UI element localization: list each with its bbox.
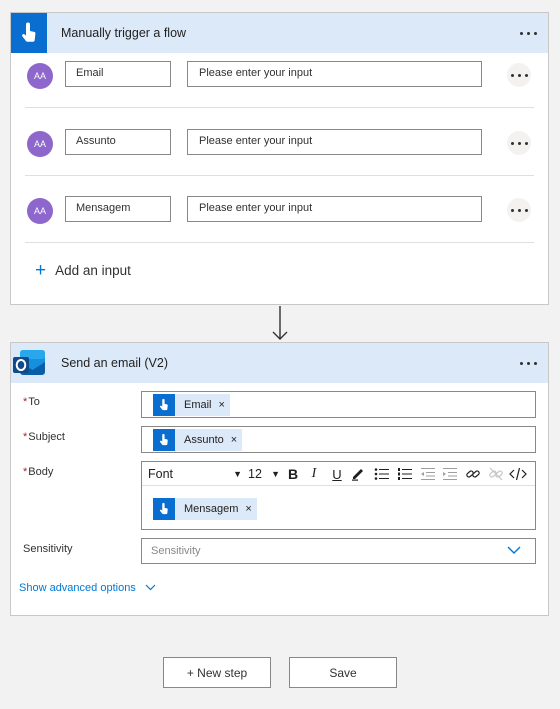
chevron-down-icon xyxy=(145,582,156,594)
decrease-indent-icon[interactable] xyxy=(419,465,437,483)
touch-hand-icon xyxy=(153,429,175,451)
input-name-field[interactable]: Mensagem xyxy=(65,196,171,222)
remove-token-icon[interactable]: × xyxy=(219,399,225,411)
add-input-label: Add an input xyxy=(55,263,131,278)
input-placeholder-field[interactable]: Please enter your input xyxy=(187,129,482,155)
rich-text-toolbar: Font ▼ 12 ▼ B I U xyxy=(142,462,535,486)
caret-down-icon: ▼ xyxy=(233,469,242,479)
trigger-card-header[interactable]: Manually trigger a flow xyxy=(11,13,548,53)
input-name-field[interactable]: Email xyxy=(65,61,171,87)
body-label: *Body xyxy=(23,466,54,478)
touch-hand-icon xyxy=(11,13,47,53)
body-editor[interactable]: Font ▼ 12 ▼ B I U Mensagem × xyxy=(141,461,536,530)
touch-hand-icon xyxy=(153,394,175,416)
subject-field[interactable]: Assunto × xyxy=(141,426,536,453)
divider xyxy=(25,107,534,108)
underline-icon[interactable]: U xyxy=(329,465,345,483)
save-button[interactable]: Save xyxy=(289,657,397,688)
add-input-button[interactable]: + Add an input xyxy=(35,261,131,280)
increase-indent-icon[interactable] xyxy=(441,465,459,483)
trigger-input-row-email: AA Email Please enter your input xyxy=(11,53,548,109)
sensitivity-label: Sensitivity xyxy=(23,543,73,555)
caret-down-icon: ▼ xyxy=(271,469,280,479)
outlook-icon xyxy=(11,343,47,383)
new-step-button[interactable]: + New step xyxy=(163,657,271,688)
token-label: Mensagem xyxy=(184,503,239,515)
subject-label: *Subject xyxy=(23,431,65,443)
italic-icon[interactable]: I xyxy=(307,465,321,483)
input-more-icon[interactable] xyxy=(507,131,531,155)
send-email-card-header[interactable]: Send an email (V2) xyxy=(11,343,548,383)
text-input-type-icon: AA xyxy=(27,198,53,224)
remove-token-icon[interactable]: × xyxy=(231,434,237,446)
trigger-title: Manually trigger a flow xyxy=(61,26,187,40)
remove-token-icon[interactable]: × xyxy=(245,503,251,515)
link-icon[interactable] xyxy=(464,465,482,483)
touch-hand-icon xyxy=(153,498,175,520)
divider xyxy=(25,175,534,176)
font-size-dropdown[interactable]: 12 ▼ xyxy=(248,465,280,483)
mensagem-token[interactable]: Mensagem × xyxy=(153,498,257,520)
show-advanced-options-link[interactable]: Show advanced options xyxy=(19,582,156,594)
trigger-input-row-mensagem: AA Mensagem Please enter your input xyxy=(11,188,548,244)
input-more-icon[interactable] xyxy=(507,63,531,87)
divider xyxy=(25,242,534,243)
text-input-type-icon: AA xyxy=(27,63,53,89)
numbered-list-icon[interactable] xyxy=(396,465,414,483)
token-label: Assunto xyxy=(184,434,224,446)
trigger-input-row-assunto: AA Assunto Please enter your input xyxy=(11,121,548,177)
send-email-title: Send an email (V2) xyxy=(61,356,169,370)
sensitivity-placeholder: Sensitivity xyxy=(151,545,201,557)
highlighter-icon[interactable] xyxy=(350,465,366,483)
token-label: Email xyxy=(184,399,212,411)
sensitivity-dropdown[interactable]: Sensitivity xyxy=(141,538,536,564)
text-input-type-icon: AA xyxy=(27,131,53,157)
trigger-more-icon[interactable] xyxy=(516,24,540,42)
to-field[interactable]: Email × xyxy=(141,391,536,418)
chevron-down-icon xyxy=(507,546,521,558)
bold-icon[interactable]: B xyxy=(285,465,301,483)
unlink-icon[interactable] xyxy=(487,465,505,483)
font-family-dropdown[interactable]: Font ▼ xyxy=(148,465,242,483)
input-placeholder-field[interactable]: Please enter your input xyxy=(187,196,482,222)
plus-icon: + xyxy=(35,260,47,281)
email-token[interactable]: Email × xyxy=(153,394,230,416)
input-name-field[interactable]: Assunto xyxy=(65,129,171,155)
action-more-icon[interactable] xyxy=(516,354,540,372)
trigger-card: Manually trigger a flow AA Email Please … xyxy=(10,12,549,305)
assunto-token[interactable]: Assunto × xyxy=(153,429,243,451)
bullet-list-icon[interactable] xyxy=(373,465,391,483)
input-more-icon[interactable] xyxy=(507,198,531,222)
down-arrow-icon xyxy=(271,306,289,345)
code-view-icon[interactable] xyxy=(508,465,528,483)
input-placeholder-field[interactable]: Please enter your input xyxy=(187,61,482,87)
to-label: *To xyxy=(23,396,40,408)
